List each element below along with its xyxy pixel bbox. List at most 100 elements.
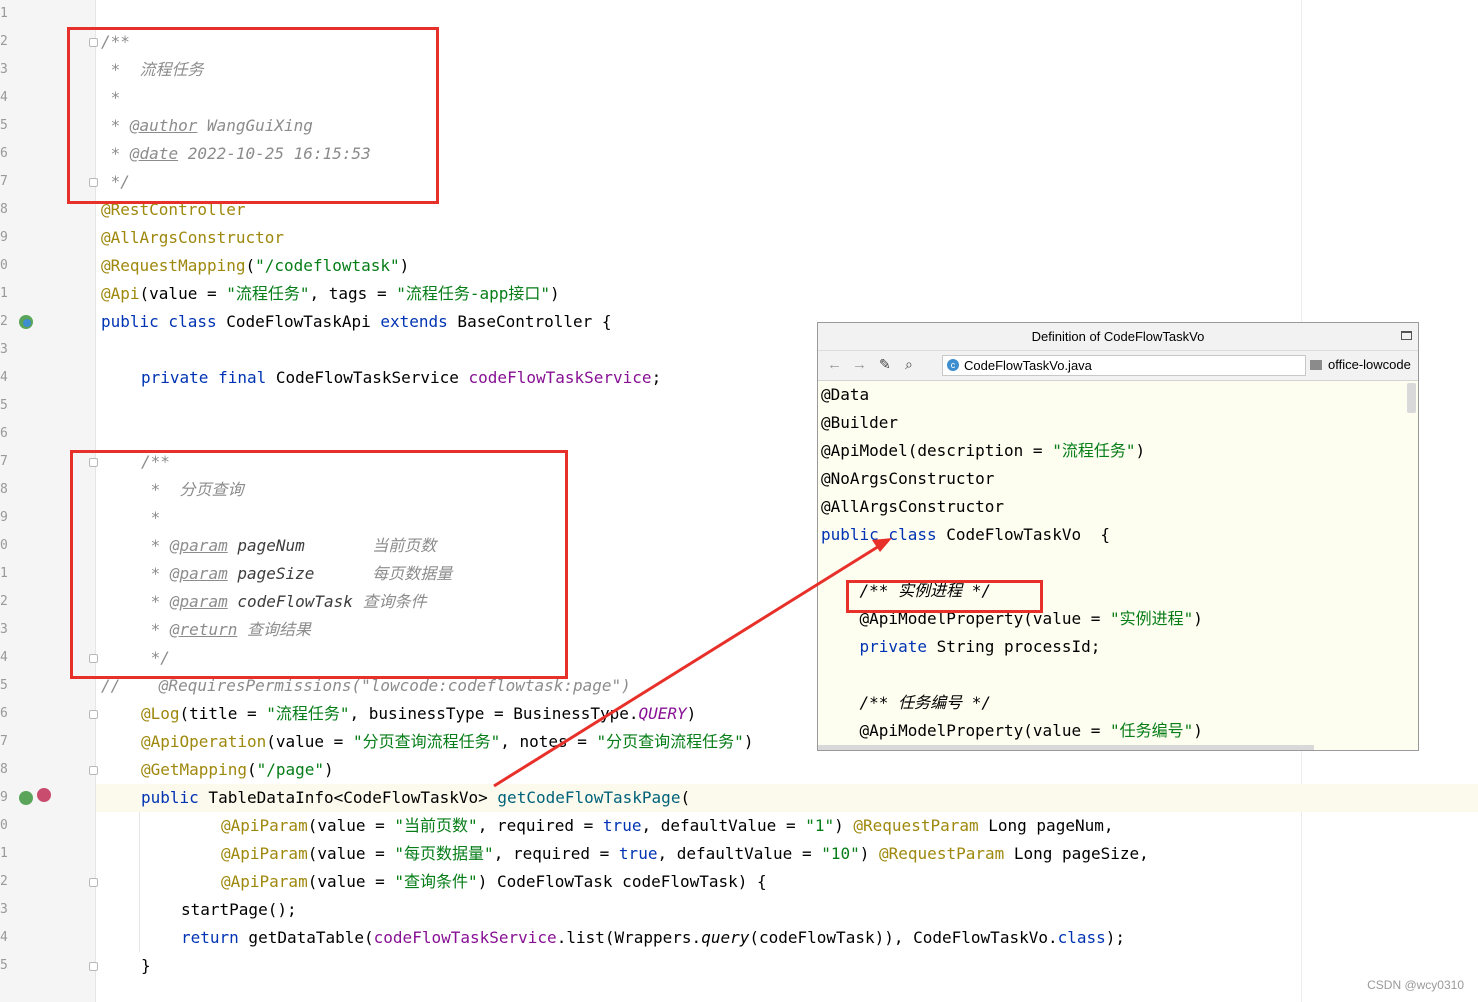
string-literal: "分页查询流程任务" <box>596 732 744 751</box>
code-line[interactable]: @ApiParam(value = "查询条件") CodeFlowTask c… <box>221 868 767 896</box>
popup-toolbar: ← → ✎ ⌕ c CodeFlowTaskVo.java office-low… <box>818 351 1418 381</box>
fold-marker[interactable] <box>89 878 98 887</box>
popup-code-line: @NoArgsConstructor <box>821 465 994 493</box>
line-number: 5 <box>0 118 8 133</box>
find-usages-icon[interactable]: ⌕ <box>905 356 913 373</box>
string-literal: "1" <box>805 816 835 835</box>
line-number: 6 <box>0 146 8 161</box>
annotation: @ApiParam <box>221 816 308 835</box>
line-number: 4 <box>0 370 8 385</box>
code-line[interactable]: @Log(title = "流程任务", businessType = Busi… <box>141 700 696 728</box>
method-icon[interactable] <box>37 788 51 802</box>
fold-marker[interactable] <box>89 962 98 971</box>
code-text: (title = <box>179 704 267 723</box>
string-literal: "流程任务" <box>1052 441 1136 460</box>
code-line[interactable]: private final CodeFlowTaskService codeFl… <box>141 364 661 392</box>
code-text: (value = <box>307 816 395 835</box>
annotation: @RequestParam <box>853 816 979 835</box>
code-text: , businessType = BusinessType. <box>349 704 639 723</box>
line-number: 0 <box>0 818 8 833</box>
field-name: codeFlowTaskService <box>373 928 557 947</box>
code-text: ) <box>743 732 754 751</box>
line-number: 8 <box>0 202 8 217</box>
code-line[interactable]: startPage(); <box>181 896 297 924</box>
code-text: CodeFlowTaskService <box>266 368 469 387</box>
code-text: startPage(); <box>181 900 297 919</box>
code-text: BaseController { <box>447 312 612 331</box>
code-text: @AllArgsConstructor <box>821 497 1005 516</box>
keyword: public class <box>821 525 937 544</box>
code-text: @Data <box>821 385 870 404</box>
comment: /** 任务编号 */ <box>821 693 991 712</box>
line-number: 6 <box>0 426 8 441</box>
string-literal: "10" <box>821 844 860 863</box>
code-text: , defaultValue = <box>657 844 822 863</box>
spring-mapping-icon[interactable] <box>19 791 33 805</box>
code-line[interactable]: @AllArgsConstructor <box>101 224 284 252</box>
module-folder-icon <box>1310 360 1322 370</box>
popup-code-line: /** 任务编号 */ <box>821 689 991 717</box>
line-number: 4 <box>0 90 8 105</box>
line-number: 4 <box>0 930 8 945</box>
code-text: ( <box>680 788 691 807</box>
code-text: ) <box>324 760 334 779</box>
code-text: , defaultValue = <box>641 816 806 835</box>
code-line[interactable]: @RequestMapping("/codeflowtask") <box>101 252 409 280</box>
code-text: ; <box>651 368 662 387</box>
code-line[interactable]: public class CodeFlowTaskApi extends Bas… <box>101 308 612 336</box>
keyword: public class <box>101 312 217 331</box>
code-text: ) <box>550 284 560 303</box>
string-literal: "/page" <box>256 760 325 779</box>
field-name: codeFlowTaskService <box>468 368 652 387</box>
module-name: office-lowcode <box>1328 357 1411 372</box>
string-literal: "每页数据量" <box>394 844 494 863</box>
popup-code-area[interactable]: @Data @Builder @ApiModel(description = "… <box>818 381 1418 750</box>
code-text: ( <box>245 256 256 275</box>
keyword: extends <box>380 312 448 331</box>
string-literal: "查询条件" <box>394 872 478 891</box>
code-line[interactable]: @GetMapping("/page") <box>141 756 334 784</box>
string-literal: "当前页数" <box>394 816 478 835</box>
code-text: ) <box>686 704 697 723</box>
restore-icon[interactable] <box>1401 331 1412 340</box>
definition-popup[interactable]: Definition of CodeFlowTaskVo ← → ✎ ⌕ c C… <box>817 322 1419 751</box>
code-line[interactable]: @ApiParam(value = "每页数据量", required = tr… <box>221 840 1149 868</box>
popup-scrollbar-thumb[interactable] <box>1407 383 1416 413</box>
popup-code-line: private String processId; <box>821 633 1101 661</box>
fold-marker[interactable] <box>89 710 98 719</box>
code-text: ); <box>1105 928 1126 947</box>
annotation: @Log <box>141 704 180 723</box>
keyword: public <box>141 788 199 807</box>
code-text: ) CodeFlowTask codeFlowTask) { <box>477 872 767 891</box>
line-number: 1 <box>0 286 8 301</box>
annotation: @ApiParam <box>221 872 308 891</box>
code-text: , notes = <box>500 732 597 751</box>
popup-horizontal-scrollbar[interactable] <box>818 745 1314 750</box>
line-number: 7 <box>0 734 8 749</box>
code-text: (value = <box>307 844 395 863</box>
line-number: 3 <box>0 622 8 637</box>
code-line[interactable]: @ApiParam(value = "当前页数", required = tru… <box>221 812 1113 840</box>
file-path-field[interactable]: c CodeFlowTaskVo.java <box>942 355 1306 376</box>
code-text: getDataTable( <box>238 928 374 947</box>
forward-arrow-icon[interactable]: → <box>852 356 867 373</box>
code-line[interactable]: @ApiOperation(value = "分页查询流程任务", notes … <box>141 728 753 756</box>
annotation: @AllArgsConstructor <box>101 228 285 247</box>
annotation-box <box>67 27 439 204</box>
annotation: @ApiOperation <box>141 732 267 751</box>
fold-marker[interactable] <box>89 766 98 775</box>
code-line[interactable]: @Api(value = "流程任务", tags = "流程任务-app接口"… <box>101 280 560 308</box>
code-text: @ApiModelProperty(value = <box>821 721 1110 740</box>
line-number: 0 <box>0 538 8 553</box>
code-line[interactable]: } <box>141 952 151 980</box>
edit-icon[interactable]: ✎ <box>879 356 891 373</box>
code-text: (codeFlowTask)), CodeFlowTaskVo. <box>749 928 1058 947</box>
code-line[interactable]: public TableDataInfo<CodeFlowTaskVo> get… <box>141 784 690 812</box>
line-number: 3 <box>0 342 8 357</box>
code-line[interactable]: return getDataTable(codeFlowTaskService.… <box>181 924 1125 952</box>
string-literal: "流程任务" <box>226 284 310 303</box>
popup-code-line: @ApiModelProperty(value = "任务编号") <box>821 717 1203 745</box>
code-text: @Builder <box>821 413 899 432</box>
back-arrow-icon[interactable]: ← <box>827 356 842 373</box>
line-number: 0 <box>0 258 8 273</box>
